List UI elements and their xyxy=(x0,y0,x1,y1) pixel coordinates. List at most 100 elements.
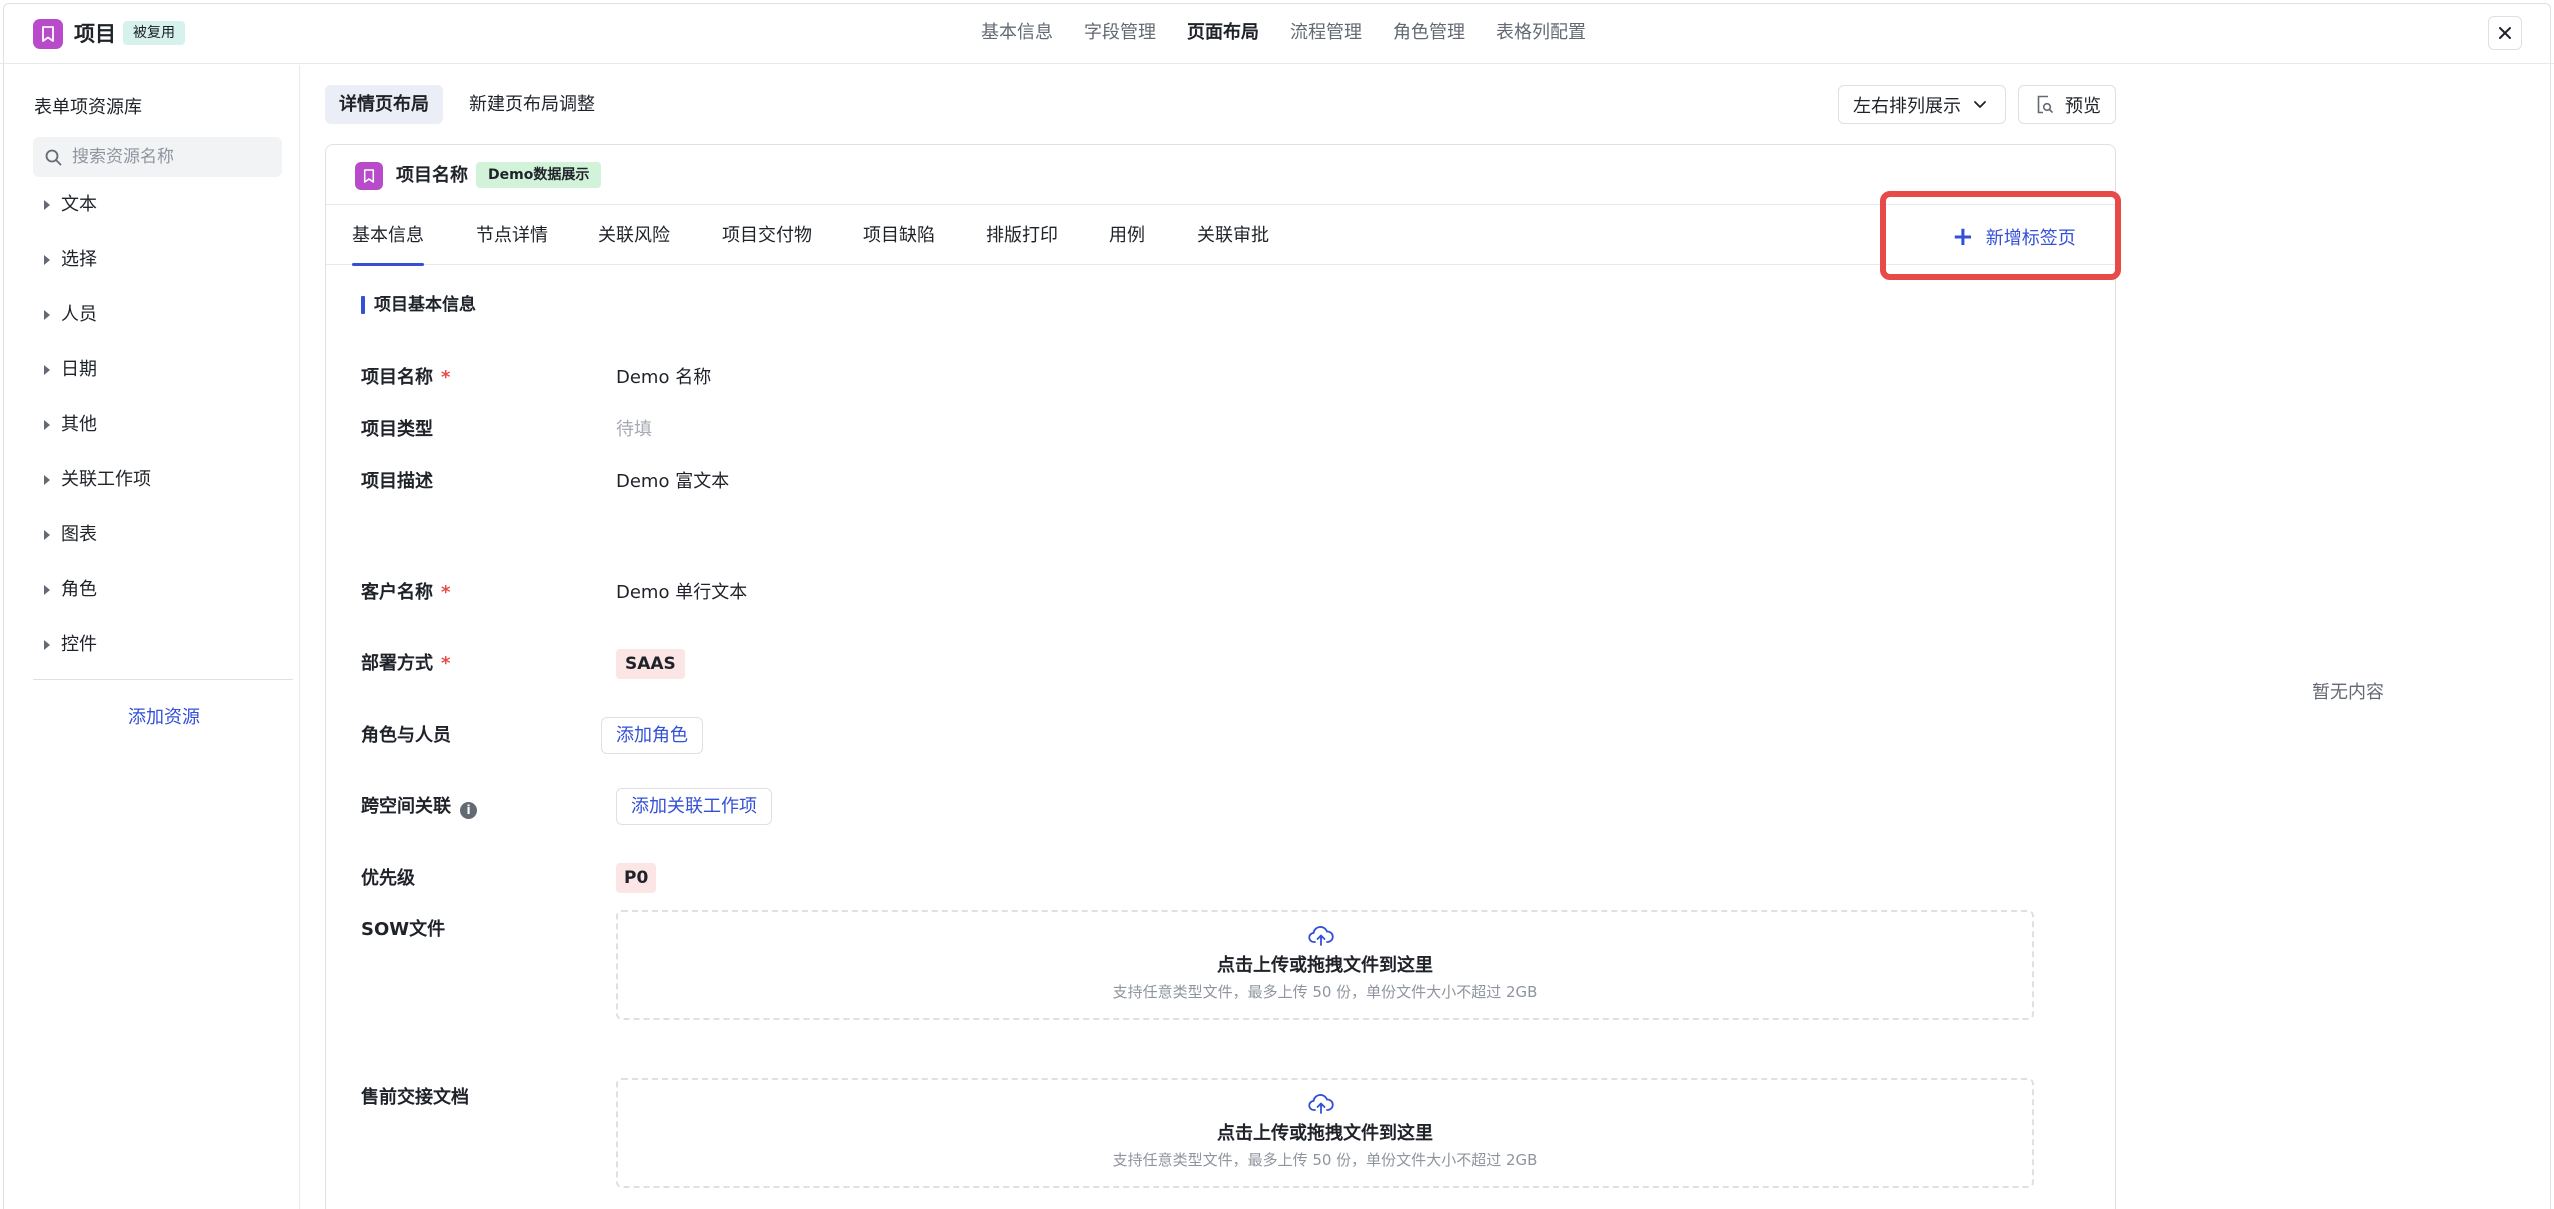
sidebar-item-label: 角色 xyxy=(61,579,97,600)
search-input[interactable] xyxy=(72,147,272,167)
reused-badge: 被复用 xyxy=(123,21,185,45)
add-related-workitem-button[interactable]: 添加关联工作项 xyxy=(616,788,772,825)
sidebar-item-person[interactable]: 人员 xyxy=(44,302,151,357)
presale-upload-zone[interactable]: 点击上传或拖拽文件到这里 支持任意类型文件，最多上传 50 份，单份文件大小不超… xyxy=(616,1078,2034,1188)
field-label-customer-name: 客户名称 * xyxy=(361,580,450,606)
field-label-cross-space: 跨空间关联 i xyxy=(361,794,477,820)
sidebar-item-role[interactable]: 角色 xyxy=(44,577,151,632)
tab-print-layout[interactable]: 排版打印 xyxy=(986,206,1058,265)
top-nav: 基本信息 字段管理 页面布局 流程管理 角色管理 表格列配置 xyxy=(981,18,1617,48)
required-mark: * xyxy=(441,653,451,674)
empty-state-text: 暂无内容 xyxy=(2312,682,2384,703)
sidebar-title: 表单项资源库 xyxy=(34,97,142,118)
app-title: 项目 xyxy=(74,22,116,46)
bookmark-icon xyxy=(33,19,63,49)
label-text: 部署方式 xyxy=(361,653,433,674)
cloud-upload-icon xyxy=(1308,926,1334,946)
tab-deliverables[interactable]: 项目交付物 xyxy=(722,206,812,265)
card-tab-bar: 基本信息 节点详情 关联风险 项目交付物 项目缺陷 排版打印 用例 关联审批 +… xyxy=(326,206,2115,266)
nav-table-column-config[interactable]: 表格列配置 xyxy=(1496,18,1586,48)
sidebar-item-related-workitem[interactable]: 关联工作项 xyxy=(44,467,151,522)
label-text: 跨空间关联 xyxy=(361,796,451,817)
upload-hint: 支持任意类型文件，最多上传 50 份，单份文件大小不超过 2GB xyxy=(1112,983,1538,1001)
customer-name-value[interactable]: Demo 单行文本 xyxy=(616,580,747,606)
sidebar-item-label: 人员 xyxy=(61,304,97,325)
project-name-value[interactable]: Demo 名称 xyxy=(616,365,711,391)
chevron-down-icon xyxy=(1974,100,1986,108)
top-bar: 项目 被复用 基本信息 字段管理 页面布局 流程管理 角色管理 表格列配置 xyxy=(0,0,2554,64)
nav-role-management[interactable]: 角色管理 xyxy=(1393,18,1465,48)
field-label-project-name: 项目名称 * xyxy=(361,365,450,391)
sow-upload-zone[interactable]: 点击上传或拖拽文件到这里 支持任意类型文件，最多上传 50 份，单份文件大小不超… xyxy=(616,910,2034,1020)
nav-workflow-management[interactable]: 流程管理 xyxy=(1290,18,1362,48)
sidebar-item-other[interactable]: 其他 xyxy=(44,412,151,467)
card-header: 项目名称 Demo数据展示 xyxy=(326,145,2115,205)
info-icon[interactable]: i xyxy=(460,801,477,819)
upload-instruction: 点击上传或拖拽文件到这里 xyxy=(1217,955,1433,976)
arrange-select-value: 左右排列展示 xyxy=(1853,95,1961,117)
section-title: 项目基本信息 xyxy=(361,295,476,315)
priority-tag[interactable]: P0 xyxy=(616,863,657,893)
tab-detail-layout[interactable]: 详情页布局 xyxy=(325,85,443,124)
sidebar-item-label: 文本 xyxy=(61,194,97,215)
caret-right-icon xyxy=(44,530,50,540)
required-mark: * xyxy=(441,582,451,603)
required-mark: * xyxy=(441,367,451,388)
tab-test-cases[interactable]: 用例 xyxy=(1109,206,1145,265)
card-title: 项目名称 xyxy=(396,165,468,186)
field-label-project-type: 项目类型 xyxy=(361,419,433,440)
caret-right-icon xyxy=(44,310,50,320)
add-tab-button[interactable]: + 新增标签页 xyxy=(1952,224,2076,250)
field-label-deploy-mode: 部署方式 * xyxy=(361,651,450,677)
caret-right-icon xyxy=(44,420,50,430)
field-label-roles: 角色与人员 xyxy=(361,725,451,746)
sidebar-item-label: 控件 xyxy=(61,634,97,655)
arrange-select[interactable]: 左右排列展示 xyxy=(1838,85,2006,124)
project-type-value[interactable]: 待填 xyxy=(616,417,652,443)
search-icon xyxy=(45,149,62,165)
plus-icon: + xyxy=(1952,222,1974,252)
sidebar-item-label: 图表 xyxy=(61,524,97,545)
label-text: 项目名称 xyxy=(361,367,433,388)
caret-right-icon xyxy=(44,200,50,210)
close-button[interactable] xyxy=(2488,16,2522,50)
resource-list: 文本 选择 人员 日期 其他 关联工作项 图表 角色 控件 xyxy=(44,192,151,687)
sidebar-item-label: 日期 xyxy=(61,359,97,380)
nav-field-management[interactable]: 字段管理 xyxy=(1084,18,1156,48)
close-icon xyxy=(2499,27,2511,39)
tab-related-risks[interactable]: 关联风险 xyxy=(598,206,670,265)
bookmark-icon xyxy=(355,162,383,190)
tab-defects[interactable]: 项目缺陷 xyxy=(863,206,935,265)
resource-sidebar: 表单项资源库 文本 选择 人员 日期 其他 关联工作项 图表 角色 控件 添加资… xyxy=(0,65,300,1209)
cloud-upload-icon xyxy=(1308,1094,1334,1114)
add-resource-link[interactable]: 添加资源 xyxy=(128,705,200,731)
sidebar-item-label: 关联工作项 xyxy=(61,469,151,490)
layout-preview-card: 项目名称 Demo数据展示 基本信息 节点详情 关联风险 项目交付物 项目缺陷 … xyxy=(325,144,2116,1209)
preview-button[interactable]: 预览 xyxy=(2018,85,2116,124)
tab-node-details[interactable]: 节点详情 xyxy=(476,206,548,265)
nav-basic-info[interactable]: 基本信息 xyxy=(981,18,1053,48)
sidebar-item-select[interactable]: 选择 xyxy=(44,247,151,302)
search-box[interactable] xyxy=(33,137,282,177)
sidebar-item-date[interactable]: 日期 xyxy=(44,357,151,412)
sidebar-item-label: 选择 xyxy=(61,249,97,270)
add-role-button[interactable]: 添加角色 xyxy=(601,717,703,754)
upload-hint: 支持任意类型文件，最多上传 50 份，单份文件大小不超过 2GB xyxy=(1112,1151,1538,1169)
field-label-priority: 优先级 xyxy=(361,868,415,889)
nav-page-layout[interactable]: 页面布局 xyxy=(1187,18,1259,48)
field-label-project-desc: 项目描述 xyxy=(361,471,433,492)
sidebar-item-chart[interactable]: 图表 xyxy=(44,522,151,577)
upload-instruction: 点击上传或拖拽文件到这里 xyxy=(1217,1123,1433,1144)
caret-right-icon xyxy=(44,365,50,375)
sidebar-item-text[interactable]: 文本 xyxy=(44,192,151,247)
project-desc-value[interactable]: Demo 富文本 xyxy=(616,469,729,495)
tab-related-approvals[interactable]: 关联审批 xyxy=(1197,206,1269,265)
caret-right-icon xyxy=(44,475,50,485)
caret-right-icon xyxy=(44,255,50,265)
demo-badge: Demo数据展示 xyxy=(476,162,602,188)
add-tab-label: 新增标签页 xyxy=(1985,228,2076,249)
deploy-mode-tag[interactable]: SAAS xyxy=(616,649,685,679)
tab-basic-info[interactable]: 基本信息 xyxy=(352,206,424,266)
tab-create-layout[interactable]: 新建页布局调整 xyxy=(455,85,609,124)
label-text: 客户名称 xyxy=(361,582,433,603)
